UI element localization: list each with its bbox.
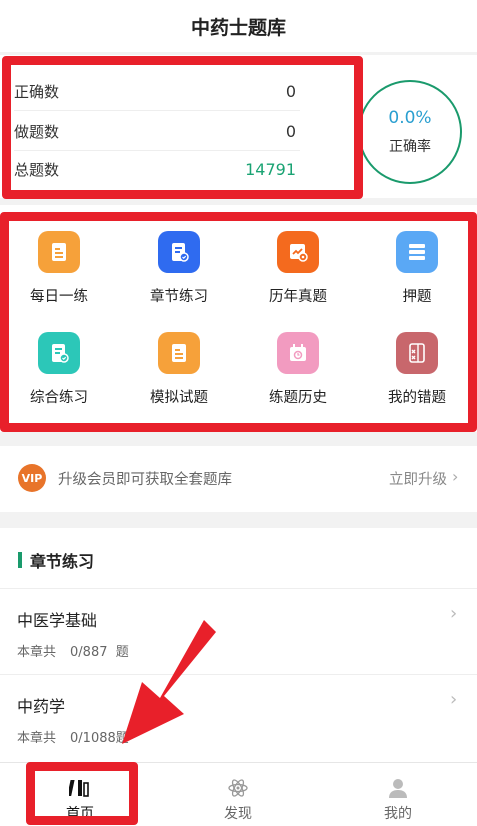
vip-upgrade-banner[interactable]: VIP 升级会员即可获取全套题库 立即升级 › (0, 446, 477, 512)
chevron-right-icon: › (450, 689, 458, 710)
chapter-name: 中医学基础 (17, 611, 98, 630)
annotation-box-home-tab (26, 762, 138, 825)
app-header: 中药士题库 (0, 0, 477, 52)
annotation-box-stats (2, 56, 363, 199)
tab-mine[interactable]: 我的 (338, 763, 458, 826)
vip-icon: VIP (18, 464, 46, 492)
section-accent-bar (18, 552, 22, 568)
section-title: 章节练习 (30, 552, 95, 571)
accuracy-rate-label: 正确率 (389, 139, 431, 155)
chapter-item-pharmacology[interactable]: 中药学 本章共 0/1088题 › (0, 675, 477, 760)
chapter-item-tcm-basics[interactable]: 中医学基础 本章共 0/887 题 › (0, 589, 477, 674)
chevron-right-icon: › (450, 603, 458, 624)
chapter-name: 中药学 (17, 697, 66, 716)
chapter-progress-prefix: 本章共 (17, 731, 57, 746)
person-icon (388, 777, 408, 799)
accuracy-rate-circle: 0.0% 正确率 (358, 80, 462, 184)
tab-label: 发现 (224, 806, 252, 822)
vip-upgrade-text: 升级会员即可获取全套题库 (58, 472, 232, 488)
tab-label: 我的 (384, 806, 412, 822)
chapter-progress-prefix: 本章共 (17, 645, 57, 660)
annotation-box-grid (0, 212, 477, 432)
chevron-right-icon: › (452, 467, 459, 486)
upgrade-now-link[interactable]: 立即升级 (389, 468, 447, 489)
chapter-practice-section: 章节练习 中医学基础 本章共 0/887 题 › 中药学 本章共 0/1088题 › (0, 528, 477, 763)
tab-discover[interactable]: 发现 (178, 763, 298, 826)
atom-icon (227, 777, 249, 799)
accuracy-rate-value: 0.0% (388, 108, 432, 128)
section-header: 章节练习 (18, 548, 94, 572)
page-title: 中药士题库 (190, 16, 286, 39)
annotation-arrow-icon (122, 620, 216, 744)
